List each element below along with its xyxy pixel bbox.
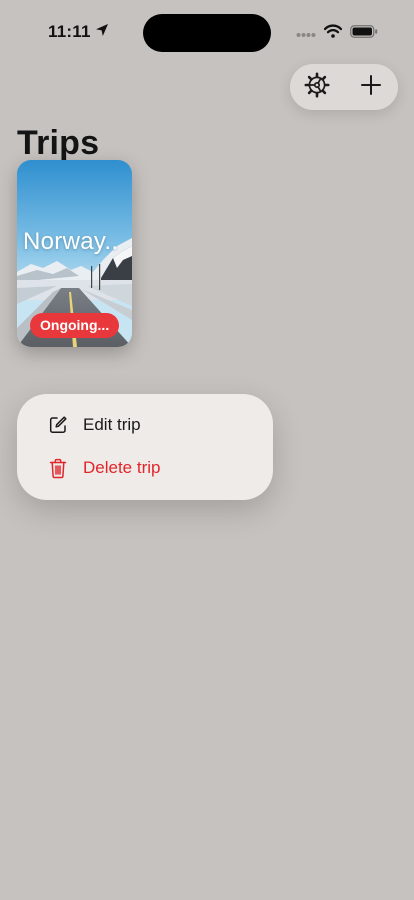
status-indicators [296,24,378,43]
add-trip-button[interactable] [344,64,398,110]
gear-icon [304,72,330,103]
dynamic-island [143,14,271,52]
context-menu: Edit trip Delete trip [17,394,273,500]
edit-icon [48,415,68,435]
edit-trip-label: Edit trip [83,415,141,434]
toolbar [290,64,398,110]
edit-trip-menu-item[interactable]: Edit trip [17,404,273,446]
delete-trip-label: Delete trip [83,458,161,477]
status-bar: 11:11 [0,0,414,60]
trip-name: Norway.. [23,228,119,255]
trip-card[interactable]: Norway.. Ongoing... [17,160,132,347]
battery-icon [350,24,378,43]
page-title: Trips [17,124,100,162]
trip-status-badge: Ongoing... [30,313,120,338]
settings-button[interactable] [290,64,344,110]
cellular-signal-icon [296,25,316,43]
wifi-icon [323,24,343,43]
status-time: 11:11 [48,22,91,41]
delete-trip-menu-item[interactable]: Delete trip [17,447,273,489]
trash-icon [48,458,68,478]
location-arrow-icon [95,23,109,42]
status-time-group: 11:11 [48,22,109,42]
plus-icon [360,74,382,101]
